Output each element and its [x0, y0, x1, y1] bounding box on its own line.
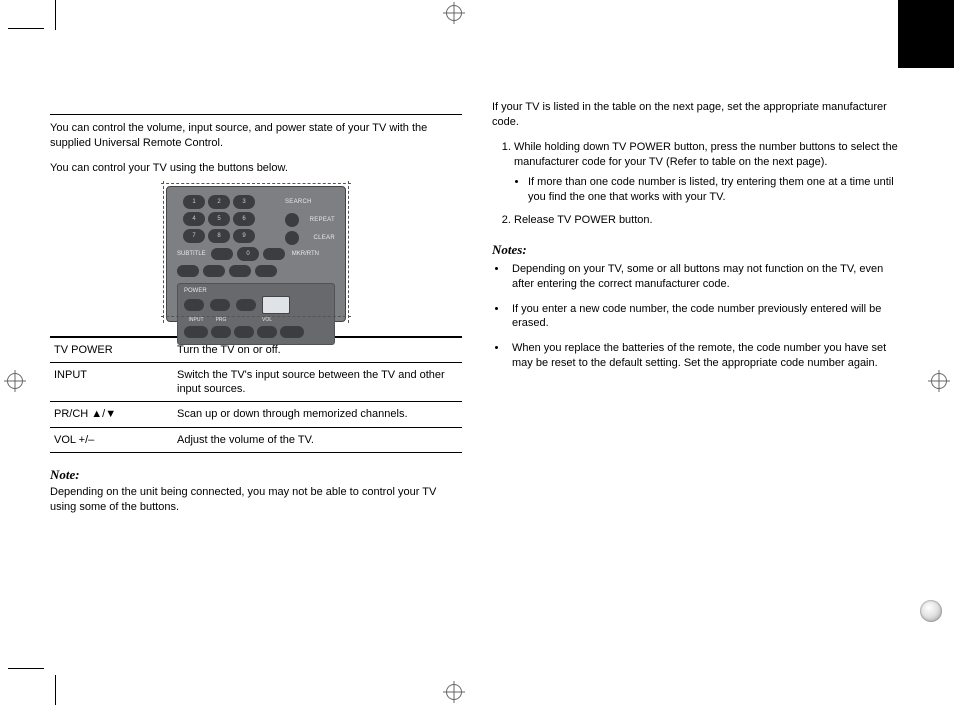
page-content: You can control the volume, input source…: [50, 40, 904, 685]
remote-num-7: 7: [183, 229, 205, 243]
remote-label-subtitle: SUBTITLE: [177, 251, 207, 257]
remote-tv-screen-icon: [262, 296, 290, 314]
remote-color-a: [177, 265, 199, 277]
table-cell-button: PR/CH ▲/▼: [50, 402, 173, 427]
remote-num-0: 0: [237, 247, 259, 261]
table-cell-desc: Scan up or down through memorized channe…: [173, 402, 462, 427]
remote-label-mkr: MKR/RTN: [289, 251, 319, 257]
button-description-table: TV POWER Turn the TV on or off. INPUT Sw…: [50, 336, 462, 453]
table-row: INPUT Switch the TV's input source betwe…: [50, 362, 462, 402]
remote-num-2: 2: [208, 195, 230, 209]
step-text: While holding down TV POWER button, pres…: [514, 141, 898, 168]
intro-paragraph-1: You can control the volume, input source…: [50, 121, 462, 151]
note-heading: Note:: [50, 467, 462, 483]
decorative-circle-icon: [920, 600, 942, 622]
remote-tv-panel: POWER INPUT PRG VOL: [177, 283, 335, 345]
note-body: Depending on the unit being connected, y…: [50, 485, 462, 515]
remote-tv-label-prg: PRG: [211, 317, 231, 323]
remote-color-d: [255, 265, 277, 277]
crop-mark: [8, 28, 44, 29]
remote-color-c: [229, 265, 251, 277]
step-item: Release TV POWER button.: [514, 213, 904, 228]
registration-mark-top: [443, 2, 465, 24]
remote-figure: 1 2 3 4 5 6 7 8 9 SEARCH REPEAT CLEAR SU…: [50, 186, 462, 322]
registration-mark-right: [928, 370, 950, 392]
remote-num-8: 8: [208, 229, 230, 243]
remote-num-4: 4: [183, 212, 205, 226]
remote-tv-power-button: [184, 299, 204, 311]
section-divider: [50, 114, 462, 115]
remote-tv-button: [210, 299, 230, 311]
remote-tv-label-vol: VOL: [257, 317, 277, 323]
remote-dot-icon: [285, 231, 299, 245]
remote-tv-button: [234, 326, 254, 338]
step-item: While holding down TV POWER button, pres…: [514, 140, 904, 205]
remote-pill-button: [211, 248, 233, 260]
remote-tv-button: [211, 326, 231, 338]
notes-heading: Notes:: [492, 242, 904, 258]
notes-item: If you enter a new code number, the code…: [508, 302, 904, 332]
steps-list: While holding down TV POWER button, pres…: [492, 140, 904, 228]
notes-item: Depending on your TV, some or all button…: [508, 262, 904, 292]
table-row: PR/CH ▲/▼ Scan up or down through memori…: [50, 402, 462, 427]
step-sublist: If more than one code number is listed, …: [514, 175, 904, 205]
table-cell-button: TV POWER: [50, 337, 173, 363]
table-cell-desc: Adjust the volume of the TV.: [173, 427, 462, 452]
dashed-edge: [348, 181, 349, 323]
crop-mark: [55, 0, 56, 30]
remote-tv-button: [236, 299, 256, 311]
remote-illustration: 1 2 3 4 5 6 7 8 9 SEARCH REPEAT CLEAR SU…: [166, 186, 346, 322]
table-cell-button: INPUT: [50, 362, 173, 402]
column-left: You can control the volume, input source…: [50, 100, 462, 685]
step-text: Release TV POWER button.: [514, 214, 653, 226]
remote-num-6: 6: [233, 212, 255, 226]
remote-pill-button: [263, 248, 285, 260]
crop-mark: [8, 668, 44, 669]
intro-paragraph-2: You can control your TV using the button…: [50, 161, 462, 176]
notes-list: Depending on your TV, some or all button…: [492, 262, 904, 371]
remote-tv-label-input: INPUT: [184, 317, 208, 323]
table-cell-desc: Switch the TV's input source between the…: [173, 362, 462, 402]
dashed-edge: [163, 181, 164, 323]
remote-tv-button: [184, 326, 208, 338]
remote-num-3: 3: [233, 195, 255, 209]
remote-side-labels: SEARCH REPEAT CLEAR: [285, 195, 335, 245]
remote-label-repeat: REPEAT: [310, 217, 335, 223]
notes-item: When you replace the batteries of the re…: [508, 341, 904, 371]
remote-tv-panel-title: POWER: [184, 288, 328, 294]
page-edge-tab: [898, 0, 954, 68]
remote-num-5: 5: [208, 212, 230, 226]
table-cell-button: VOL +/–: [50, 427, 173, 452]
remote-tv-button: [280, 326, 304, 338]
remote-num-1: 1: [183, 195, 205, 209]
registration-mark-left: [4, 370, 26, 392]
table-row: VOL +/– Adjust the volume of the TV.: [50, 427, 462, 452]
column-right: If your TV is listed in the table on the…: [492, 100, 904, 685]
remote-label-search: SEARCH: [285, 199, 312, 205]
remote-dot-icon: [285, 213, 299, 227]
remote-label-clear: CLEAR: [313, 235, 335, 241]
remote-num-9: 9: [233, 229, 255, 243]
right-intro: If your TV is listed in the table on the…: [492, 100, 904, 130]
step-subitem: If more than one code number is listed, …: [528, 175, 904, 205]
remote-tv-button: [257, 326, 277, 338]
remote-color-b: [203, 265, 225, 277]
